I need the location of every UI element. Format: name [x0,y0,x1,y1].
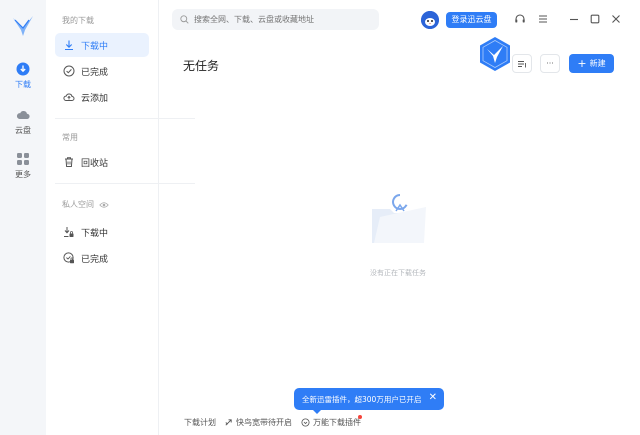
maximize-icon[interactable] [589,13,601,25]
empty-state-text: 没有正在下载任务 [370,269,426,277]
cloud-upload-icon [63,93,75,101]
rail-label-cloud: 云盘 [15,126,31,135]
empty-folder-illustration [372,194,426,243]
close-icon[interactable] [610,13,622,25]
more-button[interactable]: ··· [540,54,560,73]
lock-download-icon [64,227,74,237]
cloud-icon [16,111,30,119]
universal-plugin-link[interactable]: 万能下载插件 [301,417,361,428]
new-task-button[interactable]: + 新建 [569,54,614,73]
sidebar-divider [55,118,195,119]
headset-icon[interactable] [514,13,526,25]
search-box[interactable] [172,9,379,30]
rocket-icon [225,419,232,426]
sidebar-item-private-completed[interactable]: 已完成 [55,246,195,270]
new-task-label: 新建 [589,59,606,68]
rail-item-more[interactable]: 更多 [0,152,46,180]
avatar-bird-icon [421,11,439,29]
plugin-promo-tooltip[interactable]: 全新迅雷插件，超300万用户已开启 ✕ [294,388,444,410]
speed-boost-link[interactable]: 快鸟宽带待开启 [224,417,292,428]
rail-item-download[interactable]: 下载 [0,62,46,90]
bird-hexagon-badge-icon[interactable] [478,36,512,72]
plus-icon: + [577,57,587,70]
avatar[interactable] [421,11,439,29]
sidebar-item-recycle-bin[interactable]: 回收站 [55,150,195,174]
sidebar: 我的下载 下载中 已完成 云添加 常用 回收站 私人空间 下载中 已完成 [46,0,195,435]
tip-close-icon[interactable]: ✕ [429,392,437,403]
app-logo-icon [13,16,33,36]
menu-icon[interactable] [537,13,549,25]
speed-boost-label: 快鸟宽带待开启 [236,418,292,427]
login-cloud-button[interactable]: 登录迅云盘 [446,12,497,28]
sidebar-item-private-downloading[interactable]: 下载中 [55,220,195,244]
grid-icon [17,153,29,165]
search-icon [180,15,189,24]
list-icon [518,60,526,67]
rail-label-download: 下载 [15,80,31,89]
app-window: 下载 云盘 更多 我的下载 下载中 已完成 云添加 常用 回收站 私人空间 下载… [0,0,640,435]
download-plan-label: 下载计划 [184,418,216,427]
rail-label-more: 更多 [15,170,31,179]
sidebar-item-completed[interactable]: 已完成 [55,59,195,83]
sidebar-item-label: 云添加 [81,93,109,104]
sidebar-item-label: 下载中 [81,41,109,52]
section-title-my-downloads: 我的下载 [62,16,94,25]
download-circle-icon [16,62,30,76]
page-title: 无任务 [183,59,220,73]
minimize-icon[interactable] [568,13,580,25]
sidebar-item-label: 回收站 [81,158,109,169]
sidebar-item-label: 已完成 [81,67,109,78]
sidebar-item-label: 已完成 [81,254,109,265]
section-title-private: 私人空间 [62,199,109,210]
section-title-common: 常用 [62,133,78,142]
sidebar-item-downloading[interactable]: 下载中 [55,33,149,57]
universal-plugin-label: 万能下载插件 [313,418,361,427]
eye-icon[interactable] [99,201,109,209]
search-input[interactable] [194,15,374,24]
check-circle-icon [63,65,75,77]
trash-icon [65,157,73,167]
left-rail: 下载 云盘 更多 [0,0,46,435]
sidebar-divider [55,183,195,184]
rail-item-cloud[interactable]: 云盘 [0,108,46,136]
tip-text: 全新迅雷插件，超300万用户已开启 [302,394,422,404]
shield-plugin-icon [301,418,310,427]
sidebar-item-label: 下载中 [81,228,109,239]
section-title-private-label: 私人空间 [62,200,94,209]
lock-check-icon [63,252,74,264]
notification-dot [358,415,362,419]
download-plan-link[interactable]: 下载计划 [184,417,216,428]
download-arrow-icon [65,40,73,51]
tip-arrow [312,409,322,414]
sort-list-button[interactable] [512,54,532,73]
sidebar-item-cloud-add[interactable]: 云添加 [55,85,195,109]
more-button-label: ··· [546,59,554,68]
